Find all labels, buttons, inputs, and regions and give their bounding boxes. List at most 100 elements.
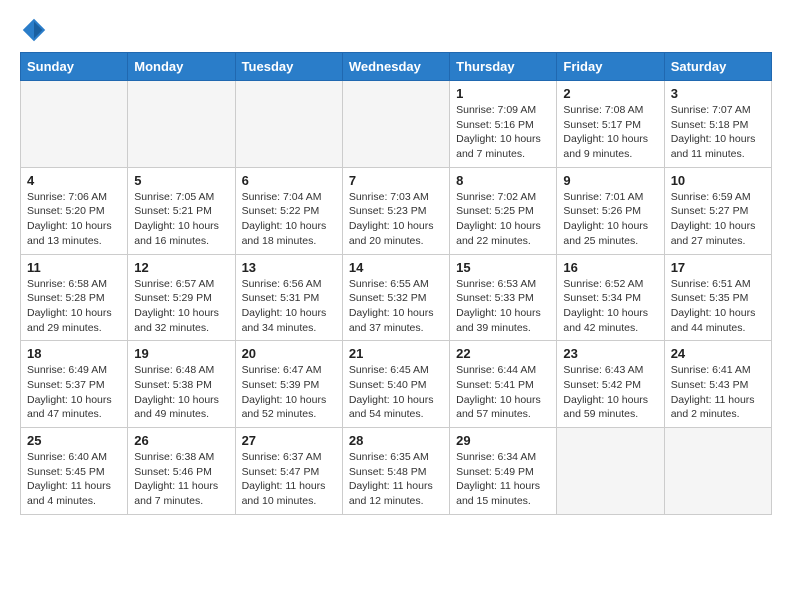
- calendar-cell: 14 Sunrise: 6:55 AMSunset: 5:32 PMDayligh…: [342, 254, 449, 341]
- day-number: 26: [134, 433, 228, 448]
- calendar-cell: 5 Sunrise: 7:05 AMSunset: 5:21 PMDaylight…: [128, 167, 235, 254]
- day-number: 2: [563, 86, 657, 101]
- day-number: 1: [456, 86, 550, 101]
- day-info: Sunrise: 6:53 AMSunset: 5:33 PMDaylight:…: [456, 277, 550, 336]
- day-info: Sunrise: 6:57 AMSunset: 5:29 PMDaylight:…: [134, 277, 228, 336]
- calendar-cell: [235, 81, 342, 168]
- calendar-week-row: 18 Sunrise: 6:49 AMSunset: 5:37 PMDayligh…: [21, 341, 772, 428]
- weekday-header-saturday: Saturday: [664, 53, 771, 81]
- calendar-cell: 6 Sunrise: 7:04 AMSunset: 5:22 PMDaylight…: [235, 167, 342, 254]
- calendar-cell: 16 Sunrise: 6:52 AMSunset: 5:34 PMDayligh…: [557, 254, 664, 341]
- calendar-cell: 22 Sunrise: 6:44 AMSunset: 5:41 PMDayligh…: [450, 341, 557, 428]
- calendar-cell: [557, 428, 664, 515]
- day-info: Sunrise: 7:03 AMSunset: 5:23 PMDaylight:…: [349, 190, 443, 249]
- weekday-header-tuesday: Tuesday: [235, 53, 342, 81]
- day-number: 10: [671, 173, 765, 188]
- day-number: 4: [27, 173, 121, 188]
- day-info: Sunrise: 6:35 AMSunset: 5:48 PMDaylight:…: [349, 450, 443, 509]
- day-info: Sunrise: 6:47 AMSunset: 5:39 PMDaylight:…: [242, 363, 336, 422]
- day-number: 3: [671, 86, 765, 101]
- day-info: Sunrise: 6:58 AMSunset: 5:28 PMDaylight:…: [27, 277, 121, 336]
- logo: [20, 16, 52, 44]
- day-number: 9: [563, 173, 657, 188]
- day-info: Sunrise: 6:41 AMSunset: 5:43 PMDaylight:…: [671, 363, 765, 422]
- day-number: 17: [671, 260, 765, 275]
- weekday-header-friday: Friday: [557, 53, 664, 81]
- calendar-cell: 24Sunrise: 6:41 AMSunset: 5:43 PMDayligh…: [664, 341, 771, 428]
- day-number: 7: [349, 173, 443, 188]
- day-number: 15: [456, 260, 550, 275]
- day-number: 6: [242, 173, 336, 188]
- day-number: 29: [456, 433, 550, 448]
- calendar-cell: 29 Sunrise: 6:34 AMSunset: 5:49 PMDayligh…: [450, 428, 557, 515]
- day-info: Sunrise: 7:05 AMSunset: 5:21 PMDaylight:…: [134, 190, 228, 249]
- calendar-cell: 23 Sunrise: 6:43 AMSunset: 5:42 PMDayligh…: [557, 341, 664, 428]
- weekday-header-sunday: Sunday: [21, 53, 128, 81]
- day-info: Sunrise: 7:01 AMSunset: 5:26 PMDaylight:…: [563, 190, 657, 249]
- day-info: Sunrise: 7:06 AMSunset: 5:20 PMDaylight:…: [27, 190, 121, 249]
- day-number: 19: [134, 346, 228, 361]
- calendar-cell: [664, 428, 771, 515]
- calendar-cell: 13 Sunrise: 6:56 AMSunset: 5:31 PMDayligh…: [235, 254, 342, 341]
- day-info: Sunrise: 7:04 AMSunset: 5:22 PMDaylight:…: [242, 190, 336, 249]
- calendar-cell: 3 Sunrise: 7:07 AMSunset: 5:18 PMDaylight…: [664, 81, 771, 168]
- calendar: SundayMondayTuesdayWednesdayThursdayFrid…: [20, 52, 772, 515]
- calendar-cell: 12 Sunrise: 6:57 AMSunset: 5:29 PMDayligh…: [128, 254, 235, 341]
- day-number: 27: [242, 433, 336, 448]
- calendar-cell: 4 Sunrise: 7:06 AMSunset: 5:20 PMDaylight…: [21, 167, 128, 254]
- logo-icon: [20, 16, 48, 44]
- day-number: 20: [242, 346, 336, 361]
- day-info: Sunrise: 6:40 AMSunset: 5:45 PMDaylight:…: [27, 450, 121, 509]
- calendar-cell: 7 Sunrise: 7:03 AMSunset: 5:23 PMDaylight…: [342, 167, 449, 254]
- day-number: 23: [563, 346, 657, 361]
- calendar-cell: 2 Sunrise: 7:08 AMSunset: 5:17 PMDaylight…: [557, 81, 664, 168]
- day-number: 18: [27, 346, 121, 361]
- day-info: Sunrise: 6:56 AMSunset: 5:31 PMDaylight:…: [242, 277, 336, 336]
- day-number: 14: [349, 260, 443, 275]
- calendar-cell: 11 Sunrise: 6:58 AMSunset: 5:28 PMDayligh…: [21, 254, 128, 341]
- calendar-cell: 25 Sunrise: 6:40 AMSunset: 5:45 PMDayligh…: [21, 428, 128, 515]
- calendar-week-row: 11 Sunrise: 6:58 AMSunset: 5:28 PMDayligh…: [21, 254, 772, 341]
- day-info: Sunrise: 6:43 AMSunset: 5:42 PMDaylight:…: [563, 363, 657, 422]
- calendar-week-row: 1 Sunrise: 7:09 AMSunset: 5:16 PMDaylight…: [21, 81, 772, 168]
- day-info: Sunrise: 6:48 AMSunset: 5:38 PMDaylight:…: [134, 363, 228, 422]
- calendar-cell: [21, 81, 128, 168]
- day-number: 11: [27, 260, 121, 275]
- day-number: 5: [134, 173, 228, 188]
- day-number: 13: [242, 260, 336, 275]
- day-number: 28: [349, 433, 443, 448]
- day-info: Sunrise: 6:44 AMSunset: 5:41 PMDaylight:…: [456, 363, 550, 422]
- day-number: 25: [27, 433, 121, 448]
- weekday-header-wednesday: Wednesday: [342, 53, 449, 81]
- day-info: Sunrise: 7:07 AMSunset: 5:18 PMDaylight:…: [671, 103, 765, 162]
- day-info: Sunrise: 7:02 AMSunset: 5:25 PMDaylight:…: [456, 190, 550, 249]
- day-info: Sunrise: 7:09 AMSunset: 5:16 PMDaylight:…: [456, 103, 550, 162]
- day-info: Sunrise: 6:49 AMSunset: 5:37 PMDaylight:…: [27, 363, 121, 422]
- calendar-week-row: 25 Sunrise: 6:40 AMSunset: 5:45 PMDayligh…: [21, 428, 772, 515]
- weekday-header-row: SundayMondayTuesdayWednesdayThursdayFrid…: [21, 53, 772, 81]
- day-info: Sunrise: 6:51 AMSunset: 5:35 PMDaylight:…: [671, 277, 765, 336]
- calendar-cell: 18 Sunrise: 6:49 AMSunset: 5:37 PMDayligh…: [21, 341, 128, 428]
- calendar-cell: 26Sunrise: 6:38 AMSunset: 5:46 PMDayligh…: [128, 428, 235, 515]
- day-info: Sunrise: 6:52 AMSunset: 5:34 PMDaylight:…: [563, 277, 657, 336]
- calendar-cell: [128, 81, 235, 168]
- calendar-cell: [342, 81, 449, 168]
- calendar-cell: 27 Sunrise: 6:37 AMSunset: 5:47 PMDayligh…: [235, 428, 342, 515]
- day-info: Sunrise: 6:59 AMSunset: 5:27 PMDaylight:…: [671, 190, 765, 249]
- calendar-cell: 1 Sunrise: 7:09 AMSunset: 5:16 PMDaylight…: [450, 81, 557, 168]
- weekday-header-thursday: Thursday: [450, 53, 557, 81]
- weekday-header-monday: Monday: [128, 53, 235, 81]
- day-info: Sunrise: 7:08 AMSunset: 5:17 PMDaylight:…: [563, 103, 657, 162]
- calendar-week-row: 4 Sunrise: 7:06 AMSunset: 5:20 PMDaylight…: [21, 167, 772, 254]
- day-info: Sunrise: 6:55 AMSunset: 5:32 PMDaylight:…: [349, 277, 443, 336]
- day-info: Sunrise: 6:34 AMSunset: 5:49 PMDaylight:…: [456, 450, 550, 509]
- day-info: Sunrise: 6:37 AMSunset: 5:47 PMDaylight:…: [242, 450, 336, 509]
- day-number: 8: [456, 173, 550, 188]
- calendar-cell: 17 Sunrise: 6:51 AMSunset: 5:35 PMDayligh…: [664, 254, 771, 341]
- day-number: 12: [134, 260, 228, 275]
- day-number: 22: [456, 346, 550, 361]
- calendar-cell: 8 Sunrise: 7:02 AMSunset: 5:25 PMDaylight…: [450, 167, 557, 254]
- calendar-cell: 20 Sunrise: 6:47 AMSunset: 5:39 PMDayligh…: [235, 341, 342, 428]
- day-number: 16: [563, 260, 657, 275]
- calendar-cell: 21Sunrise: 6:45 AMSunset: 5:40 PMDayligh…: [342, 341, 449, 428]
